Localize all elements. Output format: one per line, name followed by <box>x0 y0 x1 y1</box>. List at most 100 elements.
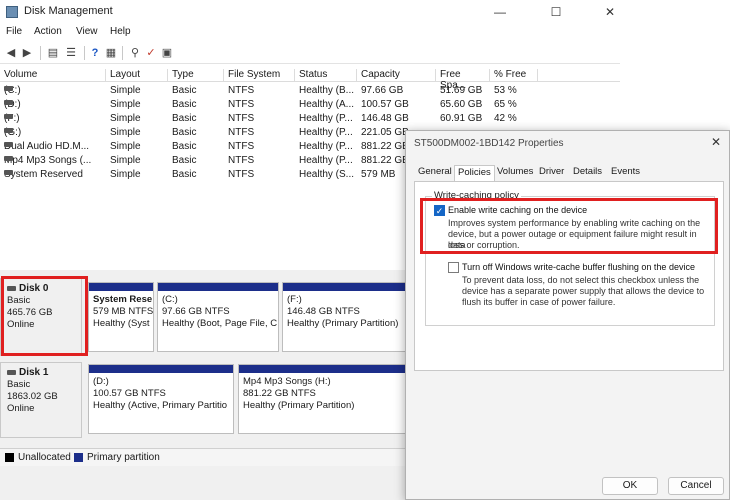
tab-policies[interactable]: Policies <box>454 165 495 181</box>
volume-icon <box>4 156 13 161</box>
toolbar-separator <box>84 46 85 60</box>
volume-name: Mp4 Mp3 Songs (... <box>4 155 92 166</box>
column-type[interactable]: Type <box>168 69 224 82</box>
table-cell: Simple <box>110 113 141 124</box>
table-cell: Basic <box>172 141 197 152</box>
disk-1-label[interactable]: Disk 1 Basic 1863.02 GB Online <box>0 362 82 438</box>
table-cell: NTFS <box>228 155 255 166</box>
table-cell: Simple <box>110 155 141 166</box>
table-row[interactable]: (C:) Simple Basic NTFS Healthy (B... 97.66 GB… <box>0 84 620 98</box>
title-bar: Disk Management — ☐ ✕ <box>0 0 620 24</box>
partition-name: (C:) <box>162 294 178 305</box>
primary-partition-bar <box>158 283 278 291</box>
tab-events[interactable]: Events <box>608 165 643 178</box>
primary-partition-bar <box>89 365 233 373</box>
table-cell: Healthy (P... <box>299 141 353 152</box>
volume-icon <box>4 86 13 91</box>
partition-h[interactable]: Mp4 Mp3 Songs (H:) 881.22 GB NTFS Healthy … <box>238 364 412 434</box>
table-cell: Basic <box>172 85 197 96</box>
tab-details[interactable]: Details <box>570 165 605 178</box>
back-icon[interactable]: ◀ <box>4 46 18 60</box>
partition-name: System Rese <box>93 294 153 305</box>
table-row[interactable]: (D:) Simple Basic NTFS Healthy (A... 100.57 G… <box>0 98 620 112</box>
volume-icon <box>4 128 13 133</box>
partition-system-reserved[interactable]: System Rese 579 MB NTFS Healthy (Syst <box>88 282 154 352</box>
properties-dialog: ST500DM002-1BD142 Properties ✕ General P… <box>405 130 730 500</box>
cancel-button[interactable]: Cancel <box>668 477 724 495</box>
legend-unallocated: Unallocated <box>18 452 71 463</box>
menu-help[interactable]: Help <box>110 26 131 37</box>
menu-action[interactable]: Action <box>34 26 62 37</box>
volume-icon <box>4 100 13 105</box>
tab-driver[interactable]: Driver <box>536 165 567 178</box>
table-cell: Basic <box>172 113 197 124</box>
option-2-desc-line: To prevent data loss, do not select this… <box>462 275 700 285</box>
table-cell: (G:) <box>4 127 104 138</box>
dialog-title: ST500DM002-1BD142 Properties <box>414 138 564 149</box>
table-cell: Healthy (P... <box>299 127 353 138</box>
turn-off-buffer-flushing-checkbox[interactable] <box>448 262 459 273</box>
show-hide-console-icon[interactable]: ▤ <box>46 46 60 60</box>
primary-partition-bar <box>283 283 411 291</box>
column-layout[interactable]: Layout <box>106 69 168 82</box>
table-cell: Simple <box>110 141 141 152</box>
column-status[interactable]: Status <box>295 69 357 82</box>
partition-size: 881.22 GB NTFS <box>243 388 316 399</box>
partition-status: Healthy (Primary Partition) <box>243 400 355 411</box>
table-cell: NTFS <box>228 127 255 138</box>
connect-icon[interactable]: ⚲ <box>128 46 142 60</box>
checklist-icon[interactable]: ✓ <box>144 46 158 60</box>
list-icon[interactable]: ☰ <box>64 46 78 60</box>
table-cell: 53 % <box>494 85 517 96</box>
table-cell: Simple <box>110 127 141 138</box>
partition-d[interactable]: (D:) 100.57 GB NTFS Healthy (Active, Prima… <box>88 364 234 434</box>
dialog-close-icon[interactable]: ✕ <box>711 135 721 149</box>
disk-1-name: Disk 1 <box>19 367 49 378</box>
tab-general[interactable]: General <box>415 165 455 178</box>
disk-management-icon <box>6 6 18 18</box>
table-cell: (C:) <box>4 85 104 96</box>
table-cell: (F:) <box>4 113 104 124</box>
partition-size: 579 MB NTFS <box>93 306 154 317</box>
table-cell: 65 % <box>494 99 517 110</box>
table-cell: Simple <box>110 169 141 180</box>
partition-c[interactable]: (C:) 97.66 GB NTFS Healthy (Boot, Page Fil… <box>157 282 279 352</box>
column-percent-free[interactable]: % Free <box>490 69 538 82</box>
settings-panel-icon[interactable]: ▣ <box>160 46 174 60</box>
table-cell: NTFS <box>228 113 255 124</box>
tab-volumes[interactable]: Volumes <box>494 165 536 178</box>
toolbar-separator <box>40 46 41 60</box>
table-cell: NTFS <box>228 169 255 180</box>
table-cell: NTFS <box>228 141 255 152</box>
maximize-button[interactable]: ☐ <box>536 2 576 22</box>
partition-size: 146.48 GB NTFS <box>287 306 360 317</box>
disk-icon <box>7 369 16 375</box>
menu-view[interactable]: View <box>76 26 98 37</box>
partition-name: (D:) <box>93 376 109 387</box>
table-cell: 146.48 GB <box>361 113 409 124</box>
table-cell: System Reserved <box>4 169 104 180</box>
forward-icon[interactable]: ▶ <box>20 46 34 60</box>
help-icon[interactable]: ? <box>88 46 102 60</box>
properties-icon[interactable]: ▦ <box>104 46 118 60</box>
disk-1-status: Online <box>7 403 35 414</box>
partition-name: (F:) <box>287 294 302 305</box>
table-cell: Healthy (B... <box>299 85 355 96</box>
column-volume[interactable]: Volume <box>0 69 106 82</box>
column-free-space[interactable]: Free Spa... <box>436 69 490 91</box>
column-capacity[interactable]: Capacity <box>357 69 436 82</box>
column-file-system[interactable]: File System <box>224 69 295 82</box>
partition-name: Mp4 Mp3 Songs (H:) <box>243 376 331 387</box>
table-row[interactable]: (F:) Simple Basic NTFS Healthy (P... 146.48 G… <box>0 112 620 126</box>
legend-primary: Primary partition <box>87 452 160 463</box>
partition-size: 97.66 GB NTFS <box>162 306 230 317</box>
menu-file[interactable]: File <box>6 26 22 37</box>
minimize-button[interactable]: — <box>480 2 520 22</box>
option-2-desc-line: flush its buffer in case of power failur… <box>462 297 616 307</box>
close-button[interactable]: ✕ <box>590 2 630 22</box>
table-cell: 65.60 GB <box>440 99 483 110</box>
ok-button[interactable]: OK <box>602 477 658 495</box>
table-cell: 97.66 GB <box>361 85 404 96</box>
partition-f[interactable]: (F:) 146.48 GB NTFS Healthy (Primary Parti… <box>282 282 412 352</box>
table-cell: NTFS <box>228 99 255 110</box>
